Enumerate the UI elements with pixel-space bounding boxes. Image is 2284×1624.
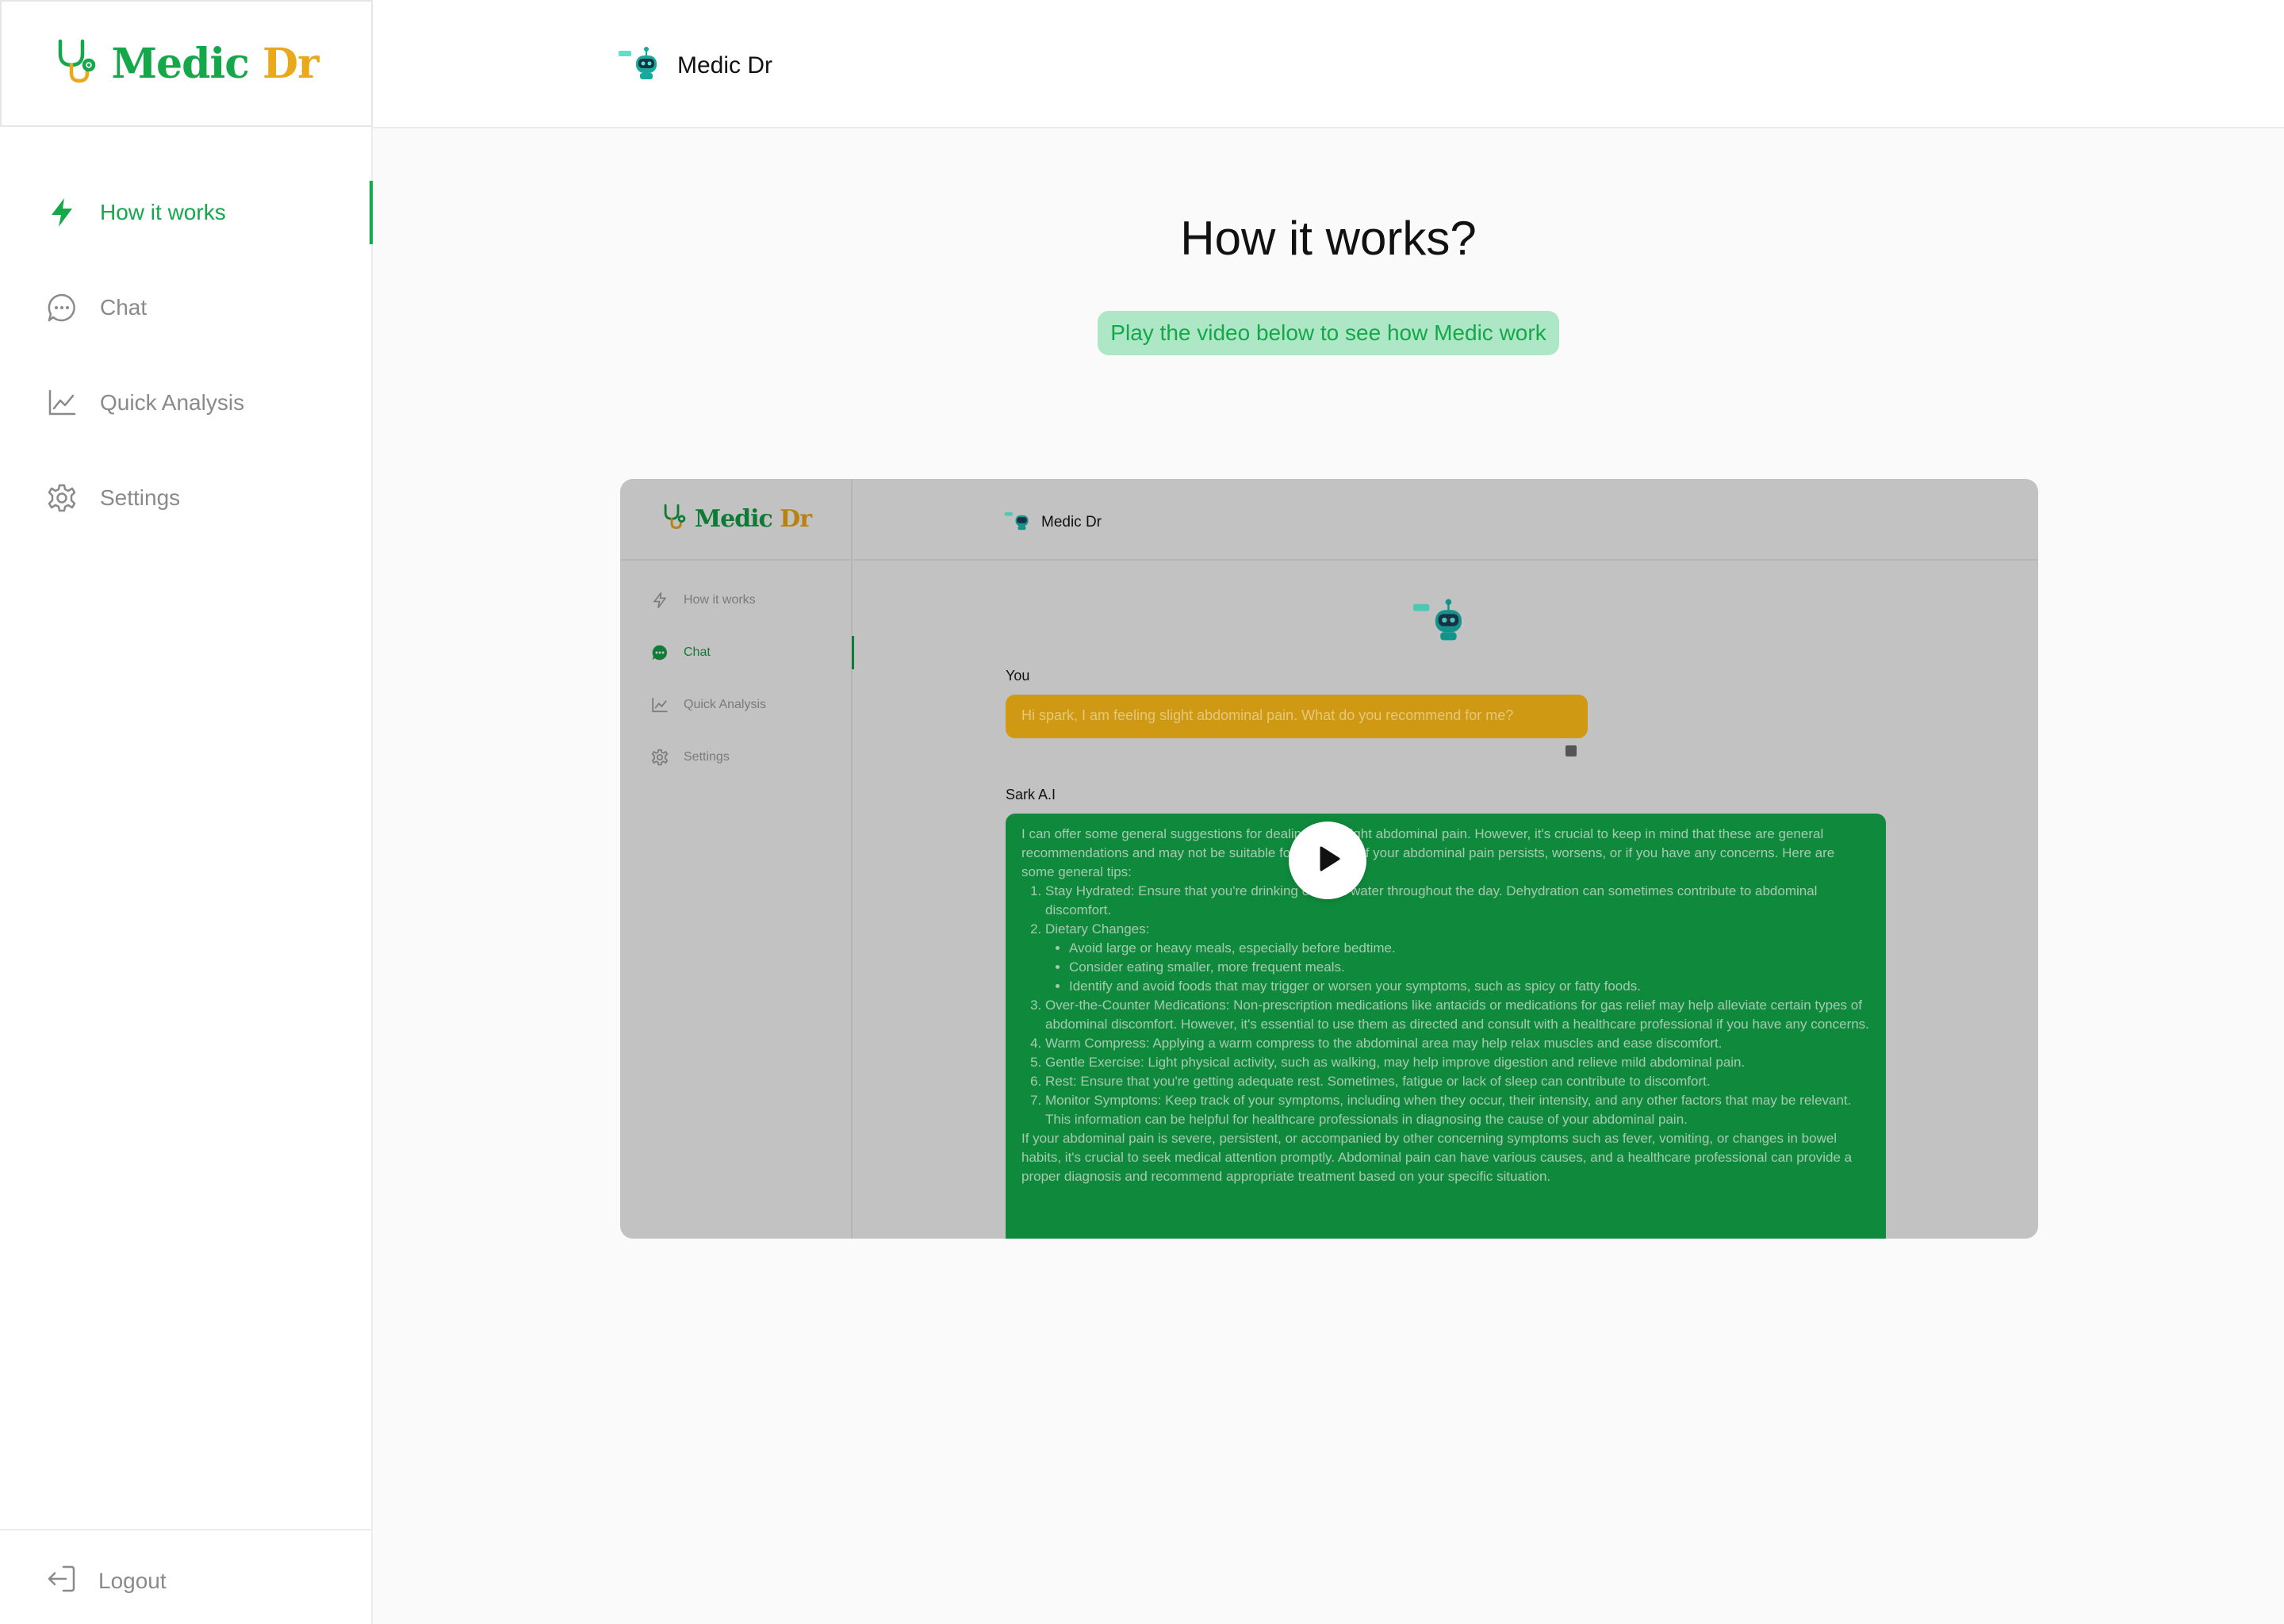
logout-label: Logout [98,1568,167,1593]
sidebar: Medic Dr How it works Chat Quick Analysi… [0,0,373,1624]
play-button[interactable] [1289,822,1366,899]
top-header: Medic Dr [373,0,2284,128]
video-sidebar-item-label: Settings [684,750,730,764]
video-header: Medic Dr [854,479,2038,561]
video-you-label: You [1006,668,1030,684]
diet-bullets: Avoid large or heavy meals, especially b… [1069,939,1870,996]
page-title: How it works? [1180,212,1477,265]
sidebar-item-label: Settings [100,485,181,510]
copy-icon [1565,745,1577,756]
video-sidebar-item-chat: Chat [620,634,854,671]
main-content: How it works? Play the video below to se… [373,128,2284,1624]
video-sidebar-item-label: Chat [684,645,711,659]
diet-bullet: Avoid large or heavy meals, especially b… [1069,939,1870,958]
robot-avatar-icon [619,46,660,85]
video-sidebar-item-label: How it works [684,593,756,607]
ai-step: Stay Hydrated: Ensure that you're drinki… [1045,882,1870,920]
video-header-brand: Medic Dr [1005,509,1102,535]
ai-step: Warm Compress: Applying a warm compress … [1045,1034,1870,1053]
video-logo: Medic Dr [620,479,853,561]
gear-icon [46,482,78,514]
video-ai-label: Sark A.I [1006,787,1056,802]
gear-icon [650,748,669,767]
lightning-icon [46,197,78,228]
play-icon [1312,843,1343,879]
sidebar-item-chat[interactable]: Chat [0,276,373,339]
subtitle-pill: Play the video below to see how Medic wo… [1098,311,1559,355]
subtitle-row: Play the video below to see how Medic wo… [373,311,2284,355]
sidebar-item-quick-analysis[interactable]: Quick Analysis [0,371,373,435]
chat-bubble-icon [46,292,78,324]
lightning-icon [650,591,669,610]
logo-text: Medic Dr [111,39,319,88]
stethoscope-icon [54,38,100,90]
sidebar-item-how-it-works[interactable]: How it works [0,181,373,244]
video-header-title: Medic Dr [1041,513,1102,530]
ai-step: Monitor Symptoms: Keep track of your sym… [1045,1091,1870,1129]
tutorial-video[interactable]: Medic Dr How it works Chat Quick Analysi… [620,479,2038,1239]
stethoscope-icon [661,504,688,534]
ai-step: Over-the-Counter Medications: Non-prescr… [1045,996,1870,1034]
video-user-message: Hi spark, I am feeling slight abdominal … [1006,695,1588,738]
logo[interactable]: Medic Dr [0,0,373,127]
video-logo-text: Medic Dr [694,505,812,533]
ai-step: Rest: Ensure that you're getting adequat… [1045,1072,1870,1091]
robot-avatar-icon [1005,509,1030,535]
ai-steps: Stay Hydrated: Ensure that you're drinki… [1045,882,1870,1129]
video-sidebar: Medic Dr How it works Chat Quick Analysi… [620,479,854,1239]
ai-outro: If your abdominal pain is severe, persis… [1021,1131,1853,1184]
sidebar-item-label: Quick Analysis [100,390,245,415]
sidebar-item-settings[interactable]: Settings [0,466,373,530]
chart-line-icon [46,387,78,419]
video-sidebar-item-quick-analysis: Quick Analysis [620,687,853,723]
robot-avatar-icon [1413,598,1466,646]
sidebar-item-label: Chat [100,295,148,320]
chart-line-icon [650,695,669,714]
header-title: Medic Dr [677,52,773,79]
diet-bullet: Identify and avoid foods that may trigge… [1069,977,1870,996]
logout-icon [46,1564,76,1598]
video-sidebar-item-how-it-works: How it works [620,582,853,619]
logout-button[interactable]: Logout [46,1564,167,1598]
sidebar-item-label: How it works [100,200,226,224]
ai-step: Dietary Changes: Avoid large or heavy me… [1045,920,1870,996]
video-sidebar-item-label: Quick Analysis [684,698,767,711]
video-ai-message: I can offer some general suggestions for… [1006,814,1886,1239]
sidebar-nav: How it works Chat Quick Analysis Setting… [0,181,373,561]
chat-bubble-icon [650,643,669,662]
logout-section: Logout [0,1529,373,1624]
video-sidebar-nav: How it works Chat Quick Analysis Setting… [620,582,854,791]
ai-intro: I can offer some general suggestions for… [1021,826,1835,879]
ai-step: Gentle Exercise: Light physical activity… [1045,1053,1870,1072]
header-brand: Medic Dr [619,46,772,85]
diet-bullet: Consider eating smaller, more frequent m… [1069,958,1870,977]
video-sidebar-item-settings: Settings [620,739,853,776]
